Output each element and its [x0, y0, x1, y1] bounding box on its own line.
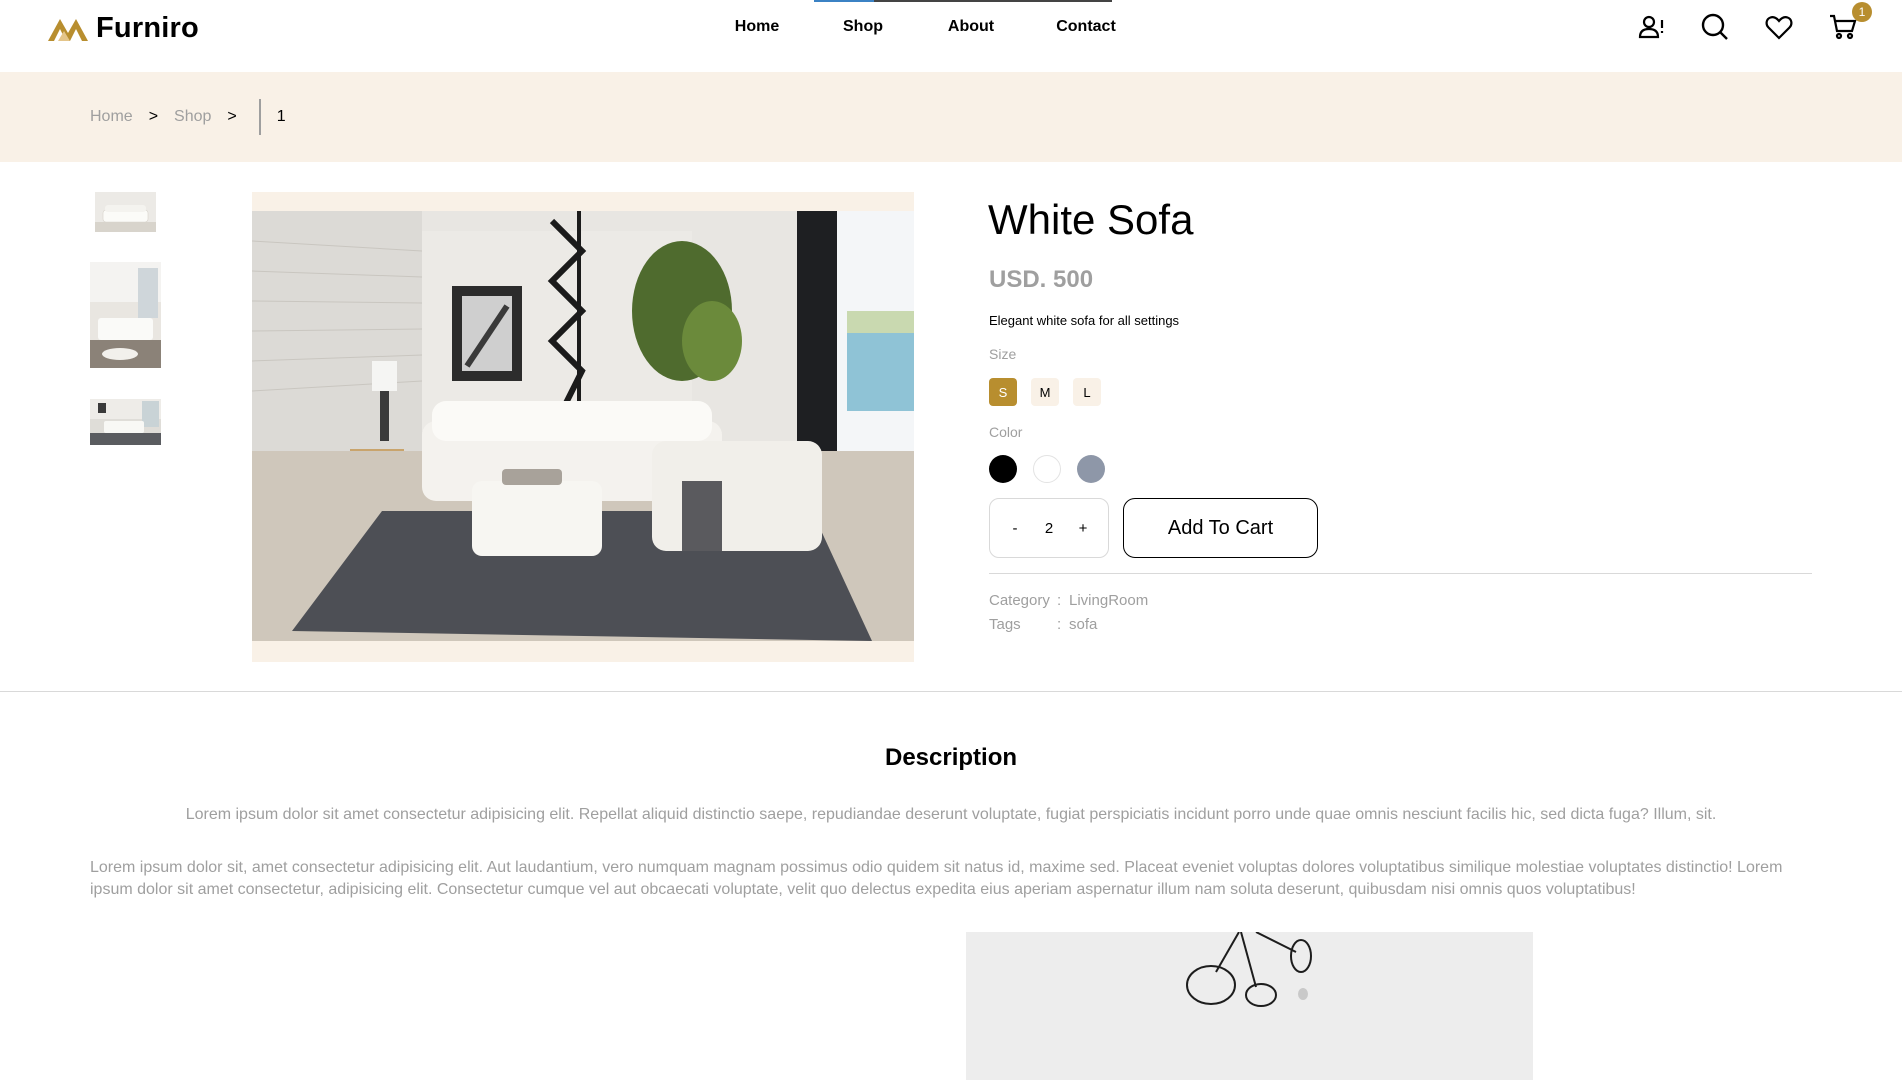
tags-key: Tags [989, 616, 1021, 633]
brand-name: Furniro [96, 12, 199, 44]
breadcrumb-separator: > [148, 108, 159, 125]
size-option-m[interactable]: M [1031, 378, 1059, 406]
breadcrumb-separator: > [227, 108, 237, 125]
size-option-l[interactable]: L [1073, 378, 1101, 406]
product-short-description: Elegant white sofa for all settings [989, 313, 1180, 328]
main-nav: Home Shop About Contact [700, 0, 1142, 54]
breadcrumb-current: 1 [276, 108, 286, 125]
section-divider [0, 691, 1902, 692]
description-image [966, 932, 1533, 1080]
account-alert-icon[interactable] [1636, 12, 1666, 42]
main-product-image-frame [252, 192, 914, 662]
size-options: S M L [989, 378, 1101, 406]
cart-count-badge: 1 [1852, 2, 1872, 22]
size-option-s[interactable]: S [989, 378, 1017, 406]
size-label: Size [989, 346, 1017, 362]
color-swatch-white[interactable] [1033, 455, 1061, 483]
breadcrumb-home[interactable]: Home [90, 108, 133, 126]
category-value[interactable]: LivingRoom [1069, 592, 1148, 609]
description-paragraph: Lorem ipsum dolor sit amet consectetur a… [185, 806, 1717, 823]
quantity-increment-button[interactable]: + [1074, 520, 1092, 537]
nav-shop[interactable]: Shop [814, 0, 1112, 54]
breadcrumb-divider [258, 99, 261, 135]
breadcrumb-band: Home > Shop > 1 [0, 72, 1902, 162]
nav-home[interactable]: Home [700, 0, 814, 54]
meta-colon: : [1057, 616, 1062, 633]
main-product-image [252, 211, 914, 641]
nav-about[interactable]: About [912, 0, 1030, 54]
product-category: Category : LivingRoom [989, 592, 1148, 609]
color-options [989, 455, 1105, 483]
product-thumbnail[interactable] [90, 399, 161, 445]
add-to-cart-button[interactable]: Add To Cart [1123, 498, 1318, 558]
product-price: USD. 500 [989, 266, 1094, 293]
brand-logo[interactable]: Furniro [46, 12, 199, 45]
product-title: White Sofa [988, 196, 1194, 243]
tags-value[interactable]: sofa [1069, 616, 1097, 633]
heart-icon[interactable] [1764, 12, 1794, 42]
breadcrumb-shop[interactable]: Shop [174, 108, 211, 126]
breadcrumb: Home > Shop > 1 [90, 72, 286, 162]
quantity-value[interactable]: 2 [1045, 520, 1053, 537]
quantity-stepper: - 2 + [989, 498, 1109, 558]
furniro-logo-icon [48, 18, 88, 41]
color-label: Color [989, 424, 1023, 440]
product-tags: Tags : sofa [989, 616, 1097, 633]
quantity-decrement-button[interactable]: - [1006, 520, 1024, 537]
site-header: Furniro Home Shop About Contact 1 [0, 0, 1902, 72]
meta-colon: : [1057, 592, 1062, 609]
nav-contact[interactable]: Contact [1030, 0, 1142, 54]
color-swatch-gray[interactable] [1077, 455, 1105, 483]
product-thumbnail[interactable] [95, 192, 156, 232]
color-swatch-black[interactable] [989, 455, 1017, 483]
description-paragraph: Lorem ipsum dolor sit, amet consectetur … [90, 859, 1783, 898]
product-thumbnail[interactable] [90, 262, 161, 368]
search-icon[interactable] [1700, 12, 1730, 42]
category-key: Category [989, 592, 1050, 609]
description-heading: Description [884, 744, 1018, 771]
cart-icon[interactable]: 1 [1828, 2, 1872, 42]
product-info-divider [989, 573, 1812, 574]
